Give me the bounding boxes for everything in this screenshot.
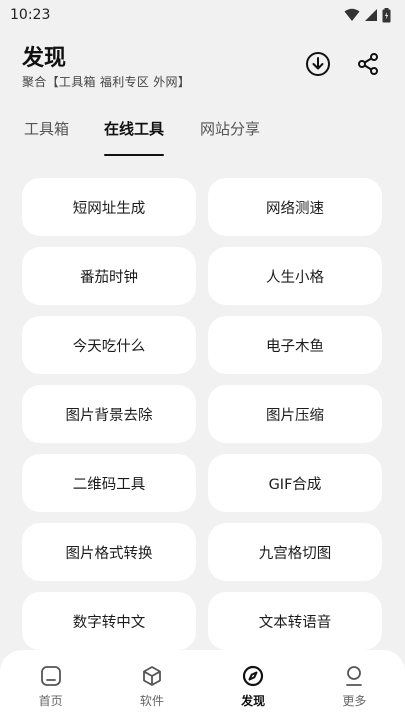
nav-discover[interactable]: 发现 <box>218 664 288 709</box>
nav-software[interactable]: 软件 <box>117 664 187 709</box>
nav-label: 更多 <box>342 694 367 708</box>
tool-grid-cut[interactable]: 九宫格切图 <box>208 523 382 581</box>
nav-home[interactable]: 首页 <box>16 664 86 709</box>
cube-icon <box>140 664 164 688</box>
page-subtitle: 聚合【工具箱 福利专区 外网】 <box>22 75 191 89</box>
bottom-nav: 首页 软件 发现 更多 <box>0 650 405 720</box>
user-icon <box>342 664 366 688</box>
page-header: 发现 聚合【工具箱 福利专区 外网】 <box>0 38 405 98</box>
tool-short-url[interactable]: 短网址生成 <box>22 178 196 236</box>
share-button[interactable] <box>354 50 382 78</box>
nav-label: 软件 <box>139 694 164 708</box>
share-icon <box>358 53 378 75</box>
compass-icon <box>241 664 265 688</box>
battery-icon <box>382 7 391 22</box>
tool-qrcode[interactable]: 二维码工具 <box>22 454 196 512</box>
tool-pomodoro[interactable]: 番茄时钟 <box>22 247 196 305</box>
download-icon <box>306 52 330 76</box>
tab-toolbox[interactable]: 工具箱 <box>24 118 69 152</box>
tab-label: 工具箱 <box>24 120 70 138</box>
signal-icon <box>365 9 377 21</box>
tool-bg-removal[interactable]: 图片背景去除 <box>22 385 196 443</box>
tool-number-to-chinese[interactable]: 数字转中文 <box>22 592 196 650</box>
status-bar: 10:23 <box>0 0 405 30</box>
home-icon <box>39 664 63 688</box>
tool-speed-test[interactable]: 网络测速 <box>208 178 382 236</box>
nav-label: 发现 <box>241 694 266 708</box>
active-tab-indicator <box>104 153 165 156</box>
tool-wooden-fish[interactable]: 电子木鱼 <box>208 316 382 374</box>
download-button[interactable] <box>304 50 332 78</box>
tool-gif-maker[interactable]: GIF合成 <box>208 454 382 512</box>
wifi-icon <box>344 8 360 21</box>
tab-label: 网站分享 <box>200 120 261 138</box>
tool-life-grid[interactable]: 人生小格 <box>208 247 382 305</box>
tab-label: 在线工具 <box>104 120 165 138</box>
tools-grid: 短网址生成 网络测速 番茄时钟 人生小格 今天吃什么 电子木鱼 图片背景去除 图… <box>22 178 384 650</box>
tool-text-to-speech[interactable]: 文本转语音 <box>208 592 382 650</box>
tab-bar: 工具箱 在线工具 网站分享 <box>0 112 405 158</box>
nav-more[interactable]: 更多 <box>319 664 389 709</box>
tab-online-tools[interactable]: 在线工具 <box>104 118 165 156</box>
status-time: 10:23 <box>10 7 51 23</box>
tool-image-convert[interactable]: 图片格式转换 <box>22 523 196 581</box>
status-icons <box>344 7 391 23</box>
nav-label: 首页 <box>38 694 63 708</box>
tab-site-share[interactable]: 网站分享 <box>200 118 260 152</box>
tool-what-to-eat[interactable]: 今天吃什么 <box>22 316 196 374</box>
tool-image-compress[interactable]: 图片压缩 <box>208 385 382 443</box>
page-title: 发现 <box>22 46 67 71</box>
